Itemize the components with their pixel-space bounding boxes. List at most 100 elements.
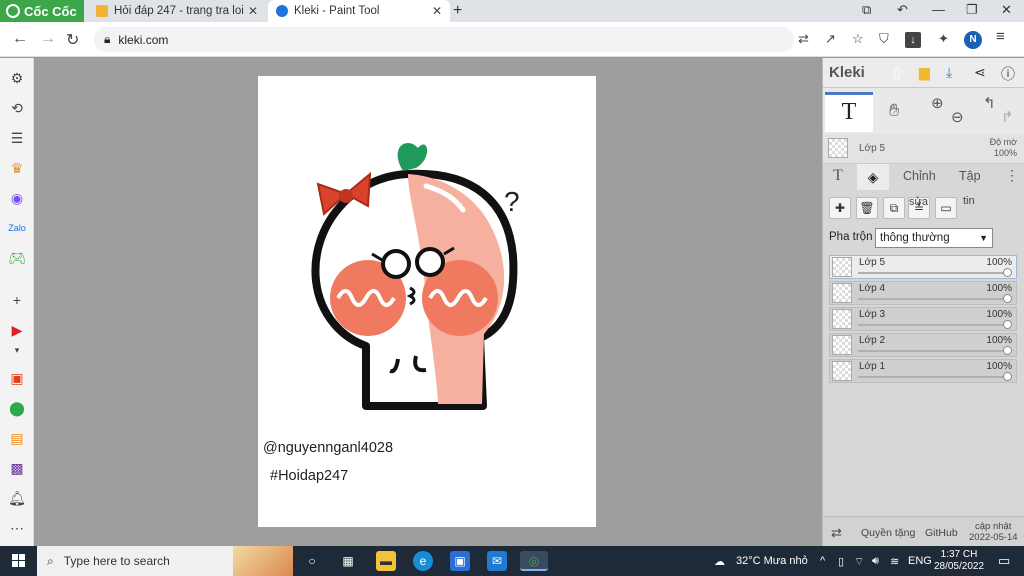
tab-file-suffix: tin bbox=[963, 195, 975, 207]
download-icon[interactable]: ↓ bbox=[905, 32, 921, 48]
store-icon[interactable]: ▣ bbox=[450, 551, 470, 571]
bookmark-star-icon[interactable]: ☆ bbox=[852, 31, 864, 47]
edge-icon[interactable]: e bbox=[413, 551, 433, 571]
avatar[interactable]: N bbox=[964, 31, 982, 49]
layer-row[interactable]: Lớp 4 100% bbox=[829, 281, 1017, 305]
open-folder-icon[interactable]: ▆ bbox=[919, 64, 930, 81]
drawing-canvas[interactable]: ? @nguyennganl4028 #Hoidap247 bbox=[258, 76, 596, 527]
save-download-icon[interactable]: ⤓ bbox=[946, 64, 952, 81]
help-icon[interactable]: ⓘ bbox=[1001, 64, 1015, 84]
restore-icon[interactable]: ❐ bbox=[966, 2, 978, 18]
device-icon[interactable]: ▯ bbox=[838, 555, 844, 568]
crown-icon[interactable]: ♛ bbox=[7, 158, 27, 178]
minimize-icon[interactable]: — bbox=[932, 2, 945, 17]
undo-icon[interactable]: ↰ bbox=[983, 94, 996, 112]
settings-gear-icon[interactable]: ⚙ bbox=[7, 68, 27, 88]
undo-close-icon[interactable]: ↶ bbox=[897, 2, 908, 18]
redo-icon[interactable]: ↱ bbox=[1001, 108, 1014, 126]
opacity-slider-handle[interactable] bbox=[1003, 346, 1012, 355]
coccoc-taskbar-icon[interactable]: ◎ bbox=[520, 551, 548, 571]
chevron-down-icon[interactable]: ▾ bbox=[7, 340, 27, 360]
taskbar-clock[interactable]: 1:37 CH 28/05/2022 bbox=[932, 549, 986, 573]
chevron-up-icon[interactable]: ^ bbox=[820, 555, 825, 567]
shopping-icon[interactable]: ▣ bbox=[7, 368, 27, 388]
blend-mode-select[interactable]: thông thường ▼ bbox=[875, 228, 993, 248]
forward-arrow-icon[interactable]: → bbox=[40, 30, 56, 48]
duplicate-layer-icon[interactable]: ⧉ bbox=[883, 197, 905, 219]
network-icon[interactable]: ⌔ bbox=[854, 555, 864, 569]
widgets-icon[interactable]: ▦ bbox=[338, 551, 358, 571]
mail-icon[interactable]: ✉ bbox=[487, 551, 507, 571]
messenger-icon[interactable]: ◉ bbox=[7, 188, 27, 208]
tab-adjust[interactable]: Chỉnh bbox=[903, 169, 936, 183]
tab-text[interactable]: T bbox=[833, 167, 843, 185]
share-icon[interactable]: ↗ bbox=[825, 31, 836, 47]
add-icon[interactable]: + bbox=[7, 290, 27, 310]
hand-tool-icon[interactable]: ✋︎ bbox=[889, 100, 899, 121]
rename-layer-icon[interactable]: ▭ bbox=[935, 197, 957, 219]
back-arrow-icon[interactable]: ← bbox=[12, 30, 28, 48]
close-icon[interactable]: ✕ bbox=[432, 4, 442, 18]
layer-row[interactable]: Lớp 1 100% bbox=[829, 359, 1017, 383]
delete-layer-icon[interactable]: 🗑︎ bbox=[856, 197, 878, 219]
opacity-slider[interactable] bbox=[858, 298, 1006, 300]
tab-file[interactable]: Tập bbox=[959, 169, 981, 183]
opacity-slider-handle[interactable] bbox=[1003, 372, 1012, 381]
url-bar[interactable]: 🔒︎ kleki.com bbox=[94, 27, 794, 52]
share-icon[interactable]: ⋖ bbox=[974, 64, 986, 81]
browser-brand[interactable]: Cốc Cốc bbox=[0, 0, 84, 22]
privacy-link[interactable]: Quyền tặng bbox=[861, 527, 915, 539]
translate-icon[interactable]: ⇄ bbox=[798, 31, 809, 47]
opacity-slider[interactable] bbox=[858, 376, 1006, 378]
opacity-slider[interactable] bbox=[858, 350, 1006, 352]
map-pin-icon[interactable]: ⬤ bbox=[7, 398, 27, 418]
game-controller-icon[interactable]: 🎮︎ bbox=[7, 248, 27, 268]
close-window-icon[interactable]: ✕ bbox=[1001, 2, 1012, 18]
layer-row[interactable]: Lớp 2 100% bbox=[829, 333, 1017, 357]
reload-icon[interactable]: ↻ bbox=[66, 30, 79, 50]
opacity-slider-handle[interactable] bbox=[1003, 294, 1012, 303]
tab-hoidap247[interactable]: Hỏi đáp 247 - trang tra loi ✕ bbox=[88, 0, 266, 22]
notification-bell-icon[interactable]: 🔔︎ bbox=[7, 488, 27, 508]
tab-layers[interactable]: ◈ bbox=[857, 164, 889, 190]
add-layer-icon[interactable]: ✚ bbox=[829, 197, 851, 219]
shield-icon[interactable]: ⛉ bbox=[879, 31, 889, 47]
more-vertical-icon[interactable]: ⋮ bbox=[1005, 167, 1019, 184]
close-icon[interactable]: ✕ bbox=[248, 4, 258, 18]
new-file-icon[interactable]: ▯ bbox=[893, 64, 901, 81]
language-indicator[interactable]: ENG bbox=[908, 555, 932, 567]
swap-sides-icon[interactable]: ⇄ bbox=[831, 525, 842, 541]
opacity-slider-handle[interactable] bbox=[1003, 268, 1012, 277]
tab-search-icon[interactable]: ⧉ bbox=[862, 2, 871, 18]
weather-text[interactable]: 32°C Mưa nhỏ bbox=[736, 555, 808, 567]
task-view-icon[interactable]: ○ bbox=[302, 551, 322, 571]
windows-start-icon[interactable] bbox=[12, 554, 25, 567]
reading-list-icon[interactable]: ☰ bbox=[7, 128, 27, 148]
lazada-icon[interactable]: ▤ bbox=[7, 428, 27, 448]
youtube-icon[interactable]: ▶ bbox=[7, 320, 27, 340]
history-icon[interactable]: ⟲ bbox=[7, 98, 27, 118]
menu-icon[interactable]: ≡ bbox=[996, 28, 1005, 45]
zalo-icon[interactable]: Zalo bbox=[7, 218, 27, 238]
text-tool-button[interactable]: T bbox=[825, 92, 873, 132]
new-tab-button[interactable]: + bbox=[453, 2, 462, 20]
extensions-icon[interactable]: ✦ bbox=[938, 31, 949, 47]
wifi-icon[interactable]: ≋ bbox=[890, 555, 899, 568]
layer-row[interactable]: Lớp 3 100% bbox=[829, 307, 1017, 331]
notifications-icon[interactable]: ▭ bbox=[998, 553, 1010, 569]
game-thumbnail-icon[interactable]: ▩ bbox=[7, 458, 27, 478]
taskbar-search[interactable]: ⌕ Type here to search bbox=[37, 546, 293, 576]
drawing-canvas-area[interactable]: ? @nguyennganl4028 #Hoidap247 bbox=[34, 58, 822, 546]
tab-kleki[interactable]: Kleki - Paint Tool ✕ bbox=[268, 0, 450, 22]
more-icon[interactable]: ⋯ bbox=[7, 518, 27, 538]
zoom-out-icon[interactable]: ⊖ bbox=[951, 108, 964, 126]
opacity-slider[interactable] bbox=[858, 272, 1006, 274]
volume-icon[interactable]: 🔊︎ bbox=[872, 555, 879, 568]
clock-date: 28/05/2022 bbox=[933, 561, 985, 572]
zoom-in-icon[interactable]: ⊕ bbox=[931, 94, 944, 112]
github-link[interactable]: GitHub bbox=[925, 527, 958, 539]
layer-row[interactable]: Lớp 5 100% bbox=[829, 255, 1017, 279]
opacity-slider-handle[interactable] bbox=[1003, 320, 1012, 329]
file-explorer-icon[interactable]: ▬ bbox=[376, 551, 396, 571]
opacity-slider[interactable] bbox=[858, 324, 1006, 326]
